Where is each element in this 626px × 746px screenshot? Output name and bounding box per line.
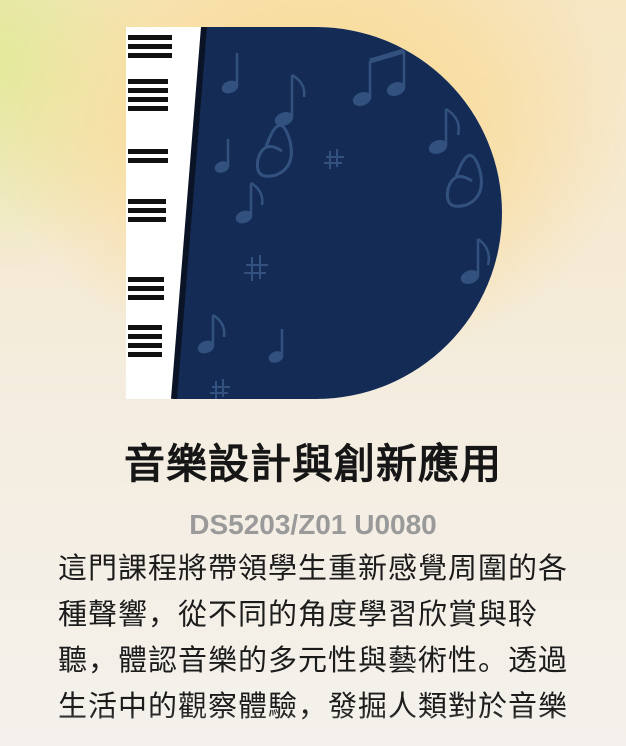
course-card[interactable]: 音樂設計與創新應用 DS5203/Z01 U0080 這門課程將帶領學生重新感覺… (0, 0, 626, 746)
course-code: DS5203/Z01 U0080 (189, 509, 437, 540)
course-title: 音樂設計與創新應用 (124, 440, 502, 488)
piano-music-d-logo-icon (126, 27, 502, 399)
course-description: 這門課程將帶領學生重新感覺周圍的各種聲響，從不同的角度學習欣賞與聆聽，體認音樂的… (58, 551, 569, 723)
